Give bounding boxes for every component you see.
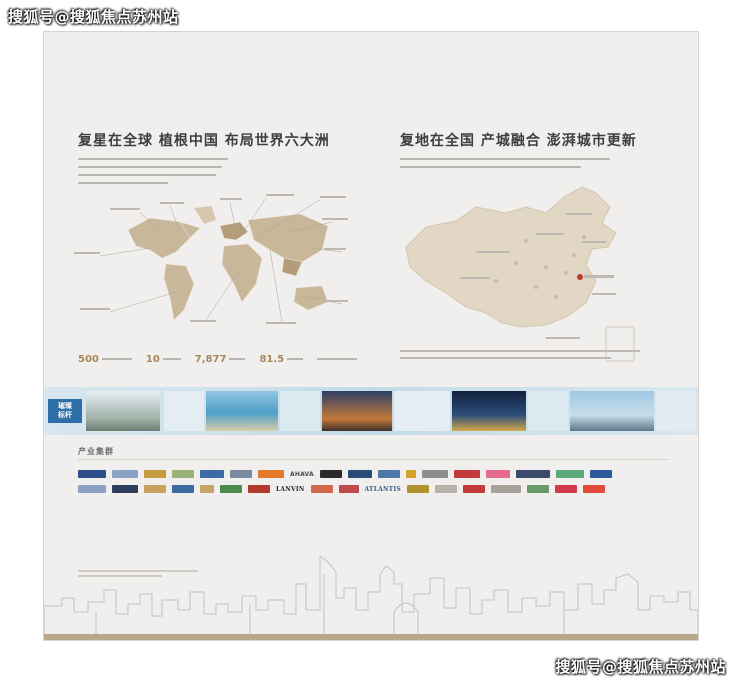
board-bottom-edge xyxy=(44,634,698,640)
industry-title: 产业集群 xyxy=(78,447,114,456)
photo-caption xyxy=(528,391,568,431)
stat-number: 10 xyxy=(145,353,160,365)
brand-logo xyxy=(144,485,166,493)
stat-item: 7,877 xyxy=(195,354,246,365)
map-greenland xyxy=(193,205,217,225)
brand-logo xyxy=(526,485,549,493)
brand-logo xyxy=(319,470,342,478)
right-intro-text xyxy=(400,158,610,174)
brand-logo-lanvin: LANVIN xyxy=(276,485,305,493)
photo-villa xyxy=(86,391,160,431)
brand-logo xyxy=(582,485,605,493)
brand-logo xyxy=(230,470,252,478)
photo-night-palace xyxy=(452,391,526,431)
brand-logo xyxy=(310,485,333,493)
brand-logo xyxy=(172,485,194,493)
brand-logo xyxy=(220,485,242,493)
left-heading: 复星在全球 植根中国 布局世界六大洲 xyxy=(78,133,330,149)
logo-row: LANVIN ATLANTIS xyxy=(78,485,605,493)
stat-item: 10 xyxy=(146,354,181,365)
brand-logo xyxy=(485,470,510,478)
stat-item: 81.5 xyxy=(259,353,304,365)
stat-number: 500 xyxy=(78,353,99,365)
photo-strip: 璀璨 标杆 xyxy=(44,387,698,435)
brand-logo xyxy=(200,470,224,478)
brand-logo xyxy=(555,470,584,478)
strip-label: 璀璨 标杆 xyxy=(48,399,82,423)
brand-logo xyxy=(421,470,448,478)
brand-logo xyxy=(112,485,138,493)
brand-logo xyxy=(172,470,194,478)
photo-caption xyxy=(656,391,696,431)
brand-logo xyxy=(338,485,359,493)
brand-logo xyxy=(589,470,612,478)
brand-logo xyxy=(434,485,457,493)
brand-logo xyxy=(515,470,550,478)
watermark-top: 搜狐号@搜狐焦点苏州站 xyxy=(8,8,179,26)
brand-logo xyxy=(554,485,577,493)
world-map xyxy=(74,194,348,324)
stat-number: 7,877 xyxy=(194,353,227,365)
photo-towers xyxy=(322,391,392,431)
watermark-bottom: 搜狐号@搜狐焦点苏州站 xyxy=(555,658,726,676)
city-skyline xyxy=(44,555,698,634)
brand-logo-atlantis: ATLANTIS xyxy=(364,485,401,493)
map-australia xyxy=(293,285,329,311)
stats-row: 500 10 7,877 81.5 xyxy=(78,348,358,370)
brand-logo xyxy=(248,485,270,493)
brand-logo xyxy=(78,485,106,493)
brand-logo xyxy=(200,485,214,493)
brand-logo xyxy=(377,470,400,478)
stat-item xyxy=(317,358,358,360)
stat-number: 81.5 xyxy=(259,353,285,365)
stat-item: 500 xyxy=(78,354,132,365)
map-africa xyxy=(221,243,263,303)
right-heading: 复地在全国 产城融合 澎湃城市更新 xyxy=(400,133,637,149)
map-north-america xyxy=(127,217,191,259)
photo-skyscraper xyxy=(570,391,654,431)
brand-logo xyxy=(406,485,429,493)
photo-caption xyxy=(394,391,450,431)
brand-logo xyxy=(144,470,166,478)
china-map xyxy=(405,186,635,362)
poster-board: 复星在全球 植根中国 布局世界六大洲 复地在全国 产城融合 澎湃城市更新 500… xyxy=(44,32,698,640)
left-intro-text xyxy=(78,158,228,190)
right-caption-text xyxy=(400,350,640,364)
brand-logo xyxy=(112,470,138,478)
china-outline xyxy=(405,186,617,328)
photo-caption xyxy=(164,391,204,431)
brand-logo xyxy=(405,470,416,478)
divider xyxy=(78,459,668,460)
brand-logo xyxy=(258,470,284,478)
brand-logo xyxy=(347,470,372,478)
brand-logo xyxy=(453,470,480,478)
photo-coast xyxy=(206,391,278,431)
brand-logo-ahava: AHAVA xyxy=(290,470,314,478)
logo-row: AHAVA xyxy=(78,470,612,478)
photo-caption xyxy=(280,391,320,431)
brand-logo xyxy=(490,485,521,493)
brand-logo xyxy=(462,485,485,493)
brand-logo xyxy=(78,470,106,478)
map-south-america xyxy=(163,263,195,321)
map-asia xyxy=(247,213,329,263)
